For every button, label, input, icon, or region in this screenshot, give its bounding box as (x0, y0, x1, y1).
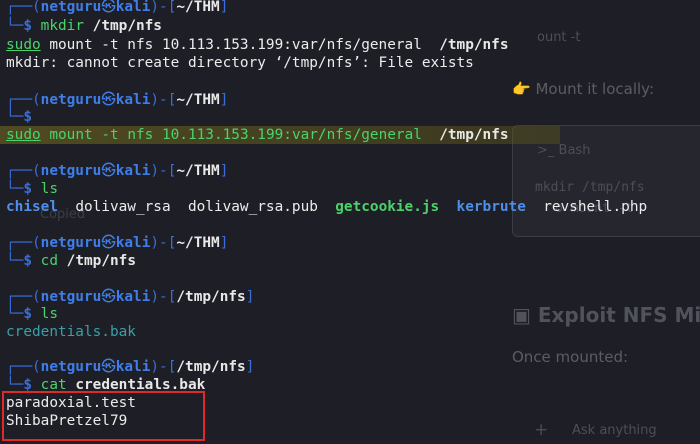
prompt-line: ┌──(netguru㉿kali)-[~/THM] (6, 0, 229, 15)
command-line: └─$ cd /tmp/nfs (6, 253, 136, 269)
prompt-line: ┌──(netguru㉿kali)-[~/THM] (6, 92, 229, 108)
command-line: └─$ mkdir /tmp/nfs (6, 18, 162, 34)
skull-icon: ㉿ (101, 0, 116, 15)
command-line: └─$ ls (6, 306, 58, 322)
command-line: └─$ (6, 109, 32, 125)
command-line: └─$ ls (6, 181, 58, 197)
output-line: mkdir: cannot create directory ‘/tmp/nfs… (6, 55, 474, 71)
prompt-line: ┌──(netguru㉿kali)-[~/THM] (6, 163, 229, 179)
output-line: sudo mount -t nfs 10.113.153.199:var/nfs… (6, 37, 509, 53)
prompt-line: ┌──(netguru㉿kali)-[/tmp/nfs] (6, 359, 255, 375)
ls-output: chisel dolivaw_rsa dolivaw_rsa.pub getco… (6, 199, 648, 215)
prompt-line: ┌──(netguru㉿kali)-[/tmp/nfs] (6, 289, 255, 305)
credentials-highlight-box (2, 391, 205, 441)
command-line: sudo mount -t nfs 10.113.153.199:var/nfs… (6, 127, 509, 143)
ls-output: credentials.bak (6, 324, 136, 340)
terminal[interactable]: ┌──(netguru㉿kali)-[~/THM] └─$ mkdir /tmp… (0, 0, 700, 444)
prompt-line: ┌──(netguru㉿kali)-[~/THM] (6, 235, 229, 251)
